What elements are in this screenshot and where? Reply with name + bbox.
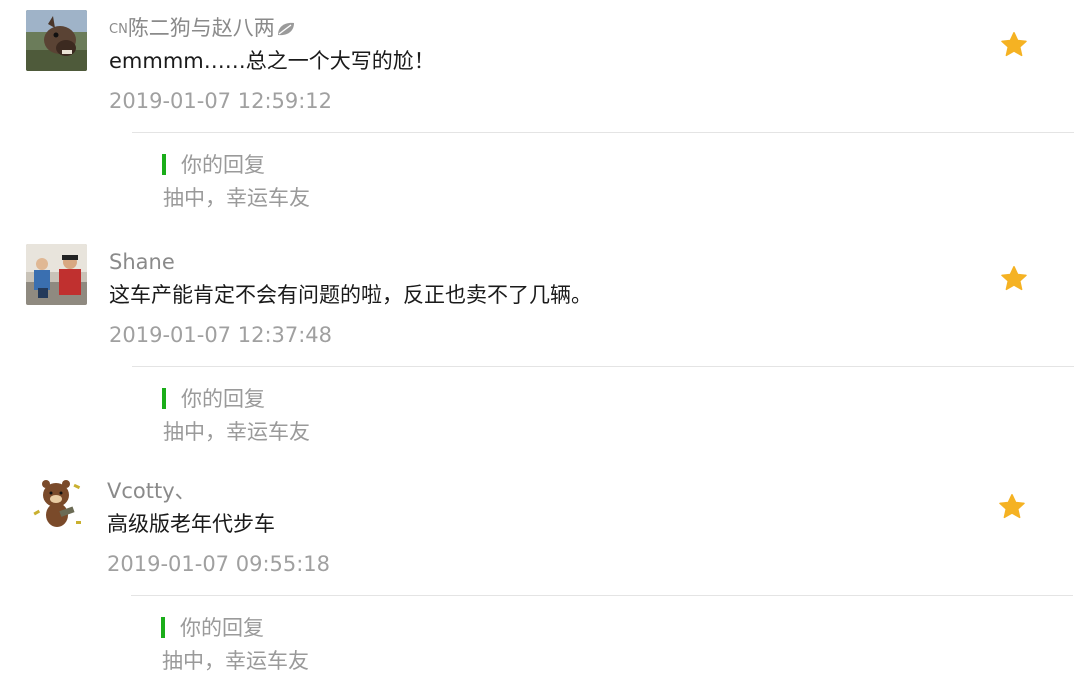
reply-marker <box>162 388 166 409</box>
divider <box>132 366 1074 367</box>
username[interactable]: CN陈二狗与赵八两 <box>109 18 296 41</box>
reply-marker <box>162 154 166 175</box>
star-icon[interactable] <box>997 492 1027 522</box>
leaf-icon <box>276 20 296 41</box>
username[interactable]: Shane <box>109 252 175 273</box>
username-prefix: CN <box>109 22 128 37</box>
divider <box>131 595 1073 596</box>
reply-body: 抽中，幸运车友 <box>163 420 310 444</box>
comment-timestamp: 2019-01-07 09:55:18 <box>107 552 331 576</box>
comment-timestamp: 2019-01-07 12:59:12 <box>109 89 333 113</box>
comment-content: 高级版老年代步车 <box>107 512 275 536</box>
reply-body: 抽中，幸运车友 <box>163 186 310 210</box>
avatar[interactable] <box>26 244 87 305</box>
username-text: 陈二狗与赵八两 <box>127 16 275 40</box>
reply-title: 你的回复 <box>181 387 265 411</box>
star-icon[interactable] <box>999 264 1029 294</box>
reply-body: 抽中，幸运车友 <box>162 649 309 673</box>
comment-content: emmmm……总之一个大写的尬！ <box>109 49 435 73</box>
star-icon[interactable] <box>999 30 1029 60</box>
comment-timestamp: 2019-01-07 12:37:48 <box>109 323 333 347</box>
divider <box>132 132 1074 133</box>
reply-marker <box>161 617 165 638</box>
avatar[interactable] <box>26 473 87 534</box>
reply-title: 你的回复 <box>180 616 264 640</box>
reply-title: 你的回复 <box>181 153 265 177</box>
avatar[interactable] <box>26 10 87 71</box>
comment-content: 这车产能肯定不会有问题的啦，反正也卖不了几辆。 <box>109 283 592 307</box>
username[interactable]: Vcotty、 <box>107 481 196 502</box>
